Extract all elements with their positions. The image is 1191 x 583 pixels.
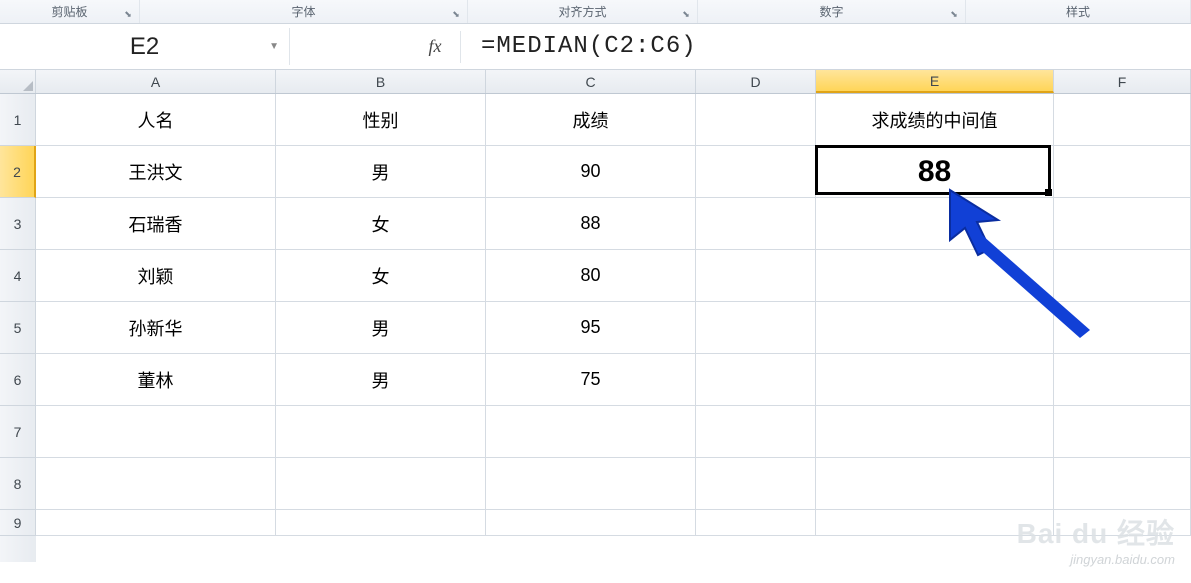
ribbon-label: 样式 [1066,3,1090,20]
cell-D6[interactable] [696,354,816,406]
name-box[interactable]: E2 ▼ [0,28,290,65]
cell-E5[interactable] [816,302,1054,354]
cell-C3[interactable]: 88 [486,198,696,250]
cell-F3[interactable] [1054,198,1191,250]
spreadsheet-grid: A B C D E F 1 2 3 4 5 6 7 8 9 人名 性别 成绩 求… [0,70,1191,562]
ribbon-group-clipboard: 剪贴板 ⬊ [0,0,140,23]
cell-D8[interactable] [696,458,816,510]
row-headers: 1 2 3 4 5 6 7 8 9 [0,94,36,562]
cell-D1[interactable] [696,94,816,146]
chevron-down-icon[interactable]: ▼ [269,41,279,52]
row-header-1[interactable]: 1 [0,94,36,146]
cell-B8[interactable] [276,458,486,510]
cell-B9[interactable] [276,510,486,536]
cell-C7[interactable] [486,406,696,458]
cell-A3[interactable]: 石瑞香 [36,198,276,250]
cell-E7[interactable] [816,406,1054,458]
cell-D2[interactable] [696,146,816,198]
dialog-launcher-icon[interactable]: ⬊ [947,7,961,21]
cell-B4[interactable]: 女 [276,250,486,302]
ribbon-group-styles: 样式 [966,0,1191,23]
cell-C6[interactable]: 75 [486,354,696,406]
dialog-launcher-icon[interactable]: ⬊ [679,7,693,21]
cell-F1[interactable] [1054,94,1191,146]
column-header-B[interactable]: B [276,70,486,93]
cell-E6[interactable] [816,354,1054,406]
row-header-3[interactable]: 3 [0,198,36,250]
ribbon-label: 数字 [819,3,843,20]
cell-B5[interactable]: 男 [276,302,486,354]
cell-A7[interactable] [36,406,276,458]
cell-C4[interactable]: 80 [486,250,696,302]
ribbon-group-alignment: 对齐方式 ⬊ [468,0,698,23]
cell-B7[interactable] [276,406,486,458]
cell-F4[interactable] [1054,250,1191,302]
cell-A9[interactable] [36,510,276,536]
cell-A2[interactable]: 王洪文 [36,146,276,198]
row-header-7[interactable]: 7 [0,406,36,458]
cell-B3[interactable]: 女 [276,198,486,250]
row-header-4[interactable]: 4 [0,250,36,302]
cell-C9[interactable] [486,510,696,536]
watermark-url: jingyan.baidu.com [1017,552,1175,567]
insert-function-button[interactable]: fx [420,28,450,65]
cell-A4[interactable]: 刘颖 [36,250,276,302]
cell-E8[interactable] [816,458,1054,510]
cell-E3[interactable] [816,198,1054,250]
cell-D3[interactable] [696,198,816,250]
column-header-C[interactable]: C [486,70,696,93]
cell-F7[interactable] [1054,406,1191,458]
row-header-2[interactable]: 2 [0,146,36,198]
dialog-launcher-icon[interactable]: ⬊ [121,7,135,21]
column-header-F[interactable]: F [1054,70,1191,93]
column-header-D[interactable]: D [696,70,816,93]
dialog-launcher-icon[interactable]: ⬊ [449,7,463,21]
row-header-8[interactable]: 8 [0,458,36,510]
cell-F2[interactable] [1054,146,1191,198]
cell-A1[interactable]: 人名 [36,94,276,146]
formula-input[interactable]: =MEDIAN(C2:C6) [461,28,1191,65]
cell-E4[interactable] [816,250,1054,302]
cell-D5[interactable] [696,302,816,354]
name-box-value: E2 [130,33,159,61]
cell-C5[interactable]: 95 [486,302,696,354]
ribbon-label: 剪贴板 [51,3,87,20]
cell-F6[interactable] [1054,354,1191,406]
cell-A5[interactable]: 孙新华 [36,302,276,354]
cell-E1[interactable]: 求成绩的中间值 [816,94,1054,146]
cell-D4[interactable] [696,250,816,302]
cell-D9[interactable] [696,510,816,536]
ribbon-group-font: 字体 ⬊ [140,0,468,23]
cell-area[interactable]: 人名 性别 成绩 求成绩的中间值 王洪文 男 90 88 石瑞香 女 88 刘颖… [36,94,1191,562]
cell-B1[interactable]: 性别 [276,94,486,146]
row-header-5[interactable]: 5 [0,302,36,354]
ribbon-group-labels: 剪贴板 ⬊ 字体 ⬊ 对齐方式 ⬊ 数字 ⬊ 样式 [0,0,1191,24]
cell-F5[interactable] [1054,302,1191,354]
ribbon-label: 字体 [291,3,315,20]
column-header-A[interactable]: A [36,70,276,93]
watermark: Bai du 经验 jingyan.baidu.com [1017,512,1175,567]
row-header-6[interactable]: 6 [0,354,36,406]
select-all-button[interactable] [0,70,36,93]
ribbon-label: 对齐方式 [558,3,606,20]
cell-C8[interactable] [486,458,696,510]
column-headers: A B C D E F [0,70,1191,94]
cell-C1[interactable]: 成绩 [486,94,696,146]
formula-controls: fx [290,28,460,65]
row-header-9[interactable]: 9 [0,510,36,536]
cell-C2[interactable]: 90 [486,146,696,198]
cell-A8[interactable] [36,458,276,510]
cell-B6[interactable]: 男 [276,354,486,406]
watermark-logo: Bai du 经验 [1017,512,1175,552]
cell-E2[interactable]: 88 [816,146,1054,198]
formula-text: =MEDIAN(C2:C6) [481,33,697,60]
ribbon-group-number: 数字 ⬊ [698,0,966,23]
cell-F8[interactable] [1054,458,1191,510]
formula-bar: E2 ▼ fx =MEDIAN(C2:C6) [0,24,1191,70]
cell-B2[interactable]: 男 [276,146,486,198]
column-header-E[interactable]: E [816,70,1054,93]
cell-D7[interactable] [696,406,816,458]
cell-A6[interactable]: 董林 [36,354,276,406]
